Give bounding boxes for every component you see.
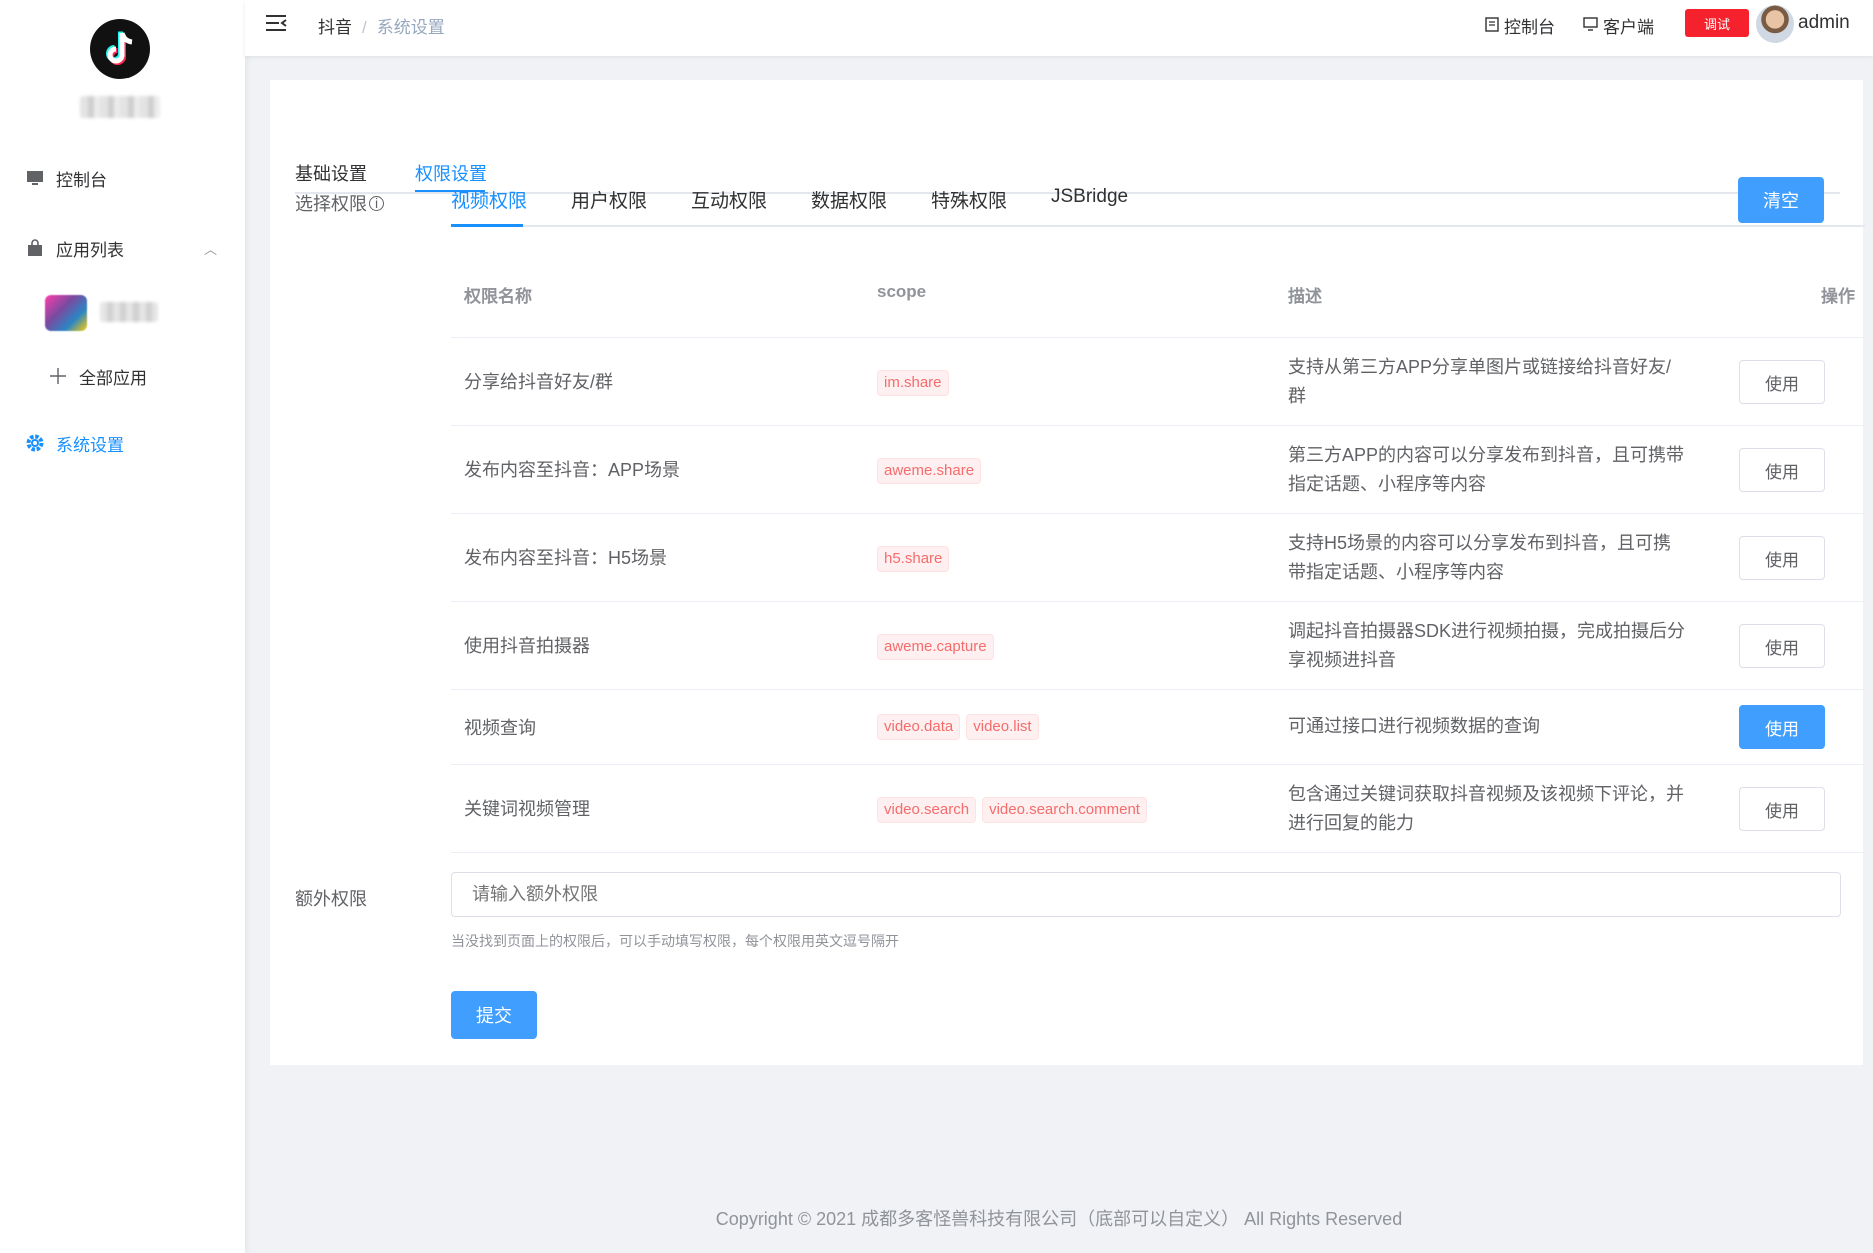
select-permission-text: 选择权限 [295, 194, 367, 214]
permission-name: 发布内容至抖音：APP场景 [464, 460, 681, 480]
chevron-up-icon[interactable]: ︿ [204, 239, 217, 258]
sidebar-item-label: 全部应用 [79, 368, 147, 388]
sidebar-item-settings[interactable]: 系统设置 [0, 418, 245, 468]
tab-jsbridge[interactable]: JSBridge [1051, 186, 1128, 208]
breadcrumb-current: 系统设置 [376, 18, 445, 37]
table-row: 视频查询 video.data video.list 可通过接口进行视频数据的查… [451, 690, 1865, 765]
sidebar-item-label: 控制台 [56, 170, 107, 190]
permission-name: 使用抖音拍摄器 [464, 636, 590, 656]
permission-description: 第三方APP的内容可以分享发布到抖音，且可携带指定话题、小程序等内容 [1288, 445, 1685, 494]
header-scope: scope [877, 282, 927, 301]
scope-tag: aweme.capture [877, 634, 994, 660]
table-row: 使用抖音拍摄器 aweme.capture 调起抖音拍摄器SDK进行视频拍摄，完… [451, 602, 1865, 690]
sub-tabs-divider [451, 225, 1865, 227]
tab-data-permission[interactable]: 数据权限 [811, 186, 887, 213]
top-header: 抖音 / 系统设置 控制台 客户端 调试 admin [245, 0, 1873, 56]
app-name-blurred [80, 96, 160, 118]
menu-toggle-icon[interactable] [265, 14, 287, 32]
use-button[interactable]: 使用 [1739, 705, 1825, 749]
scope-tags: aweme.share [877, 458, 987, 484]
table-row: 发布内容至抖音：APP场景 aweme.share 第三方APP的内容可以分享发… [451, 426, 1865, 514]
settings-card: 基础设置 权限设置 选择权限 i 视频权限 用户权限 互动权限 数据权限 特殊权限… [270, 80, 1865, 1065]
scope-tag: video.search [877, 797, 977, 823]
permission-description: 支持H5场景的内容可以分享发布到抖音，且可携带指定话题、小程序等内容 [1288, 533, 1672, 582]
table-header-row: 权限名称 scope 描述 操作 [451, 248, 1865, 338]
desktop-icon [1583, 17, 1598, 34]
avatar[interactable] [1756, 5, 1794, 43]
tab-interaction-permission[interactable]: 互动权限 [691, 186, 767, 213]
tab-special-permission[interactable]: 特殊权限 [931, 186, 1007, 213]
breadcrumb-separator: / [362, 18, 367, 37]
scope-tag: video.list [966, 714, 1039, 740]
client-link[interactable]: 客户端 [1583, 13, 1654, 38]
monitor-icon [24, 167, 46, 189]
gear-icon [24, 432, 46, 454]
permission-description: 调起抖音拍摄器SDK进行视频拍摄，完成拍摄后分享视频进抖音 [1288, 621, 1686, 670]
scope-tags: video.data video.list [877, 714, 1045, 740]
use-button[interactable]: 使用 [1739, 448, 1825, 492]
scope-tag: im.share [877, 370, 949, 396]
app-name-blurred[interactable] [100, 302, 158, 322]
select-permission-label: 选择权限 i [295, 190, 384, 216]
table-row: 发布内容至抖音：H5场景 h5.share 支持H5场景的内容可以分享发布到抖音… [451, 514, 1865, 602]
permission-name: 分享给抖音好友/群 [464, 372, 614, 392]
header-description: 描述 [1288, 287, 1322, 306]
console-link-label: 控制台 [1504, 18, 1555, 37]
permission-description: 可通过接口进行视频数据的查询 [1288, 716, 1540, 736]
scope-tags: im.share [877, 370, 955, 396]
extra-permission-label: 额外权限 [295, 889, 367, 909]
scope-tags: video.search video.search.comment [877, 797, 1153, 823]
info-icon[interactable]: i [369, 196, 384, 211]
use-button[interactable]: 使用 [1739, 536, 1825, 580]
extra-permission-hint: 当没找到页面上的权限后，可以手动填写权限，每个权限用英文逗号隔开 [451, 933, 899, 949]
tab-video-permission[interactable]: 视频权限 [451, 186, 527, 213]
submit-button[interactable]: 提交 [451, 991, 537, 1039]
scope-tags: h5.share [877, 546, 955, 572]
breadcrumb-root[interactable]: 抖音 [318, 18, 352, 37]
table-row: 分享给抖音好友/群 im.share 支持从第三方APP分享单图片或链接给抖音好… [451, 338, 1865, 426]
permission-name: 视频查询 [464, 718, 536, 738]
permission-name: 关键词视频管理 [464, 799, 590, 819]
permission-description: 支持从第三方APP分享单图片或链接给抖音好友/群 [1288, 357, 1672, 406]
sidebar: 控制台 应用列表 ︿ 全部应用 系统设置 [0, 0, 245, 1253]
scope-tag: video.data [877, 714, 961, 740]
table-row: 关键词视频管理 video.search video.search.commen… [451, 765, 1865, 853]
sidebar-item-console[interactable]: 控制台 [0, 153, 245, 203]
footer-copyright: Copyright © 2021 成都多客怪兽科技有限公司（底部可以自定义） A… [715, 1209, 1403, 1229]
client-link-label: 客户端 [1603, 18, 1654, 37]
extra-permission-input[interactable] [451, 872, 1841, 917]
header-action: 操作 [1821, 287, 1855, 306]
plus-icon [47, 365, 69, 387]
douyin-logo-icon[interactable] [90, 19, 150, 79]
use-button[interactable]: 使用 [1739, 787, 1825, 831]
header-permission-name: 权限名称 [464, 287, 532, 306]
clear-button[interactable]: 清空 [1738, 177, 1824, 223]
permission-name: 发布内容至抖音：H5场景 [464, 548, 668, 568]
breadcrumb: 抖音 / 系统设置 [318, 13, 445, 38]
scope-tag: h5.share [877, 546, 950, 572]
permission-category-tabs: 视频权限 用户权限 互动权限 数据权限 特殊权限 JSBridge [451, 162, 1865, 228]
sidebar-item-all-apps[interactable]: 全部应用 [0, 351, 245, 401]
app-thumbnail[interactable] [45, 295, 87, 331]
username[interactable]: admin [1798, 12, 1850, 34]
scope-tag: aweme.share [877, 458, 982, 484]
sidebar-item-label: 系统设置 [56, 435, 124, 455]
scope-tags: aweme.capture [877, 634, 1000, 660]
console-link[interactable]: 控制台 [1485, 13, 1555, 38]
console-icon [1485, 16, 1499, 35]
sidebar-item-label: 应用列表 [56, 240, 124, 260]
active-sub-tab-indicator [451, 224, 523, 227]
debug-button[interactable]: 调试 [1685, 9, 1749, 37]
bag-icon [24, 237, 46, 259]
use-button[interactable]: 使用 [1739, 360, 1825, 404]
sidebar-item-app-list[interactable]: 应用列表 ︿ [0, 223, 245, 273]
use-button[interactable]: 使用 [1739, 624, 1825, 668]
tab-user-permission[interactable]: 用户权限 [571, 186, 647, 213]
permission-description: 包含通过关键词获取抖音视频及该视频下评论，并进行回复的能力 [1288, 784, 1684, 833]
scope-tag: video.search.comment [982, 797, 1147, 823]
